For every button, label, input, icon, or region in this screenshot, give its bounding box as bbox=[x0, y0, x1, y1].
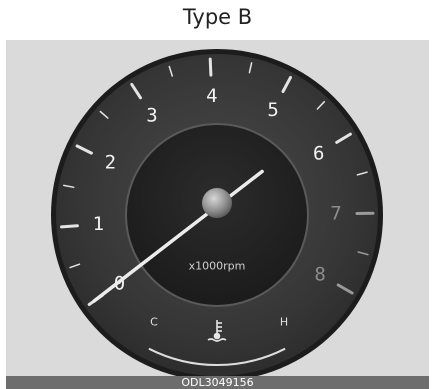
page-title: Type B bbox=[182, 5, 253, 29]
scale-numeral-4: 4 bbox=[206, 85, 217, 107]
gauge-panel: 012345678 x1000rpm C H bbox=[6, 40, 429, 377]
major-tick bbox=[208, 57, 213, 77]
needle-hub bbox=[202, 188, 232, 218]
temp-cold-label: C bbox=[150, 316, 158, 329]
unit-label: x1000rpm bbox=[189, 260, 246, 273]
tachometer-gauge: 012345678 x1000rpm C H bbox=[51, 49, 383, 377]
scale-numeral-6: 6 bbox=[313, 142, 324, 164]
scale-numeral-8: 8 bbox=[314, 264, 325, 286]
scale-numeral-7: 7 bbox=[330, 203, 341, 225]
scale-numeral-3: 3 bbox=[146, 104, 157, 126]
major-tick bbox=[60, 224, 79, 229]
scale-numeral-2: 2 bbox=[105, 151, 116, 173]
image-caption: ODL3049156 bbox=[6, 376, 429, 389]
scale-numeral-1: 1 bbox=[93, 213, 104, 235]
scale-numeral-5: 5 bbox=[267, 99, 278, 121]
temp-hot-label: H bbox=[280, 316, 288, 329]
